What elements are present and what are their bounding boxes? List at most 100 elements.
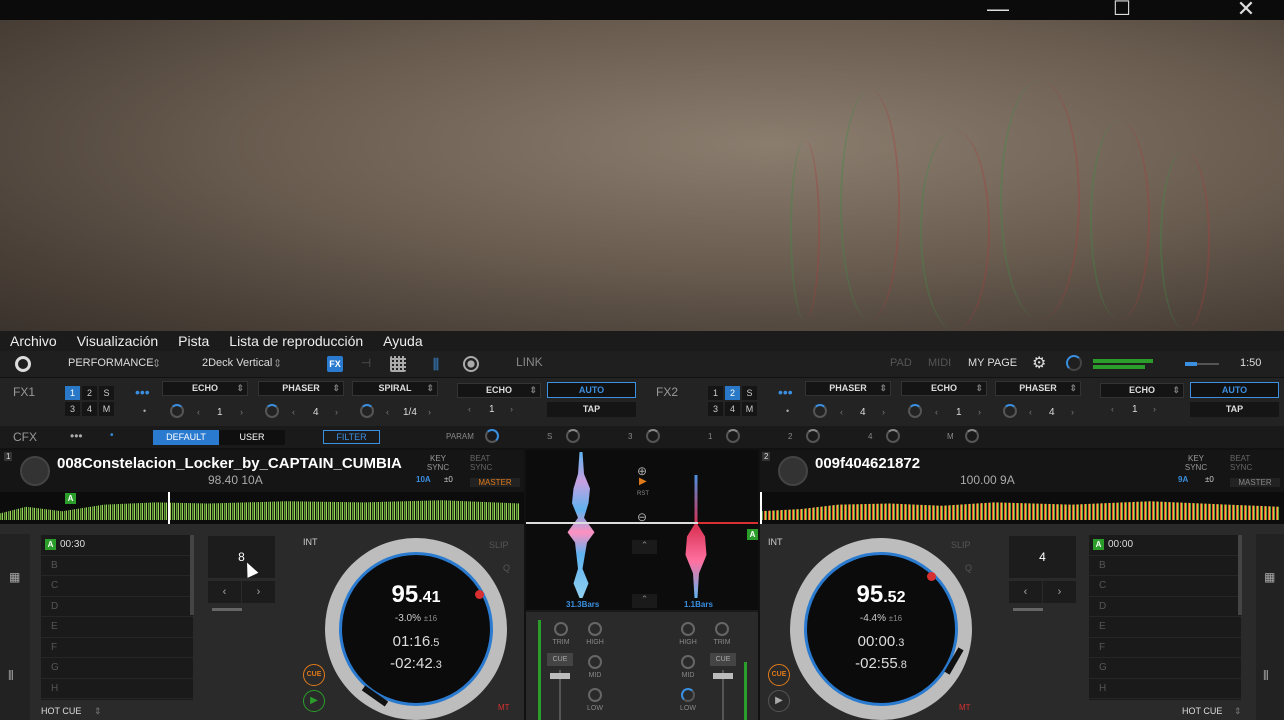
deck1-hotcue-d[interactable]: D — [41, 597, 193, 617]
fx1-assign-2[interactable]: 2 — [82, 386, 97, 400]
deck1-int-label[interactable]: INT — [303, 537, 318, 547]
deck1-master-button[interactable]: MASTER — [470, 478, 520, 487]
fx1-slot3-next[interactable]: › — [428, 407, 431, 417]
fx2-beat-prev[interactable]: ‹ — [1111, 404, 1114, 414]
fx1-beat-prev[interactable]: ‹ — [468, 404, 471, 414]
deck2-jog-wheel[interactable]: 95.52 -4.4% ±16 00:00.3 -02:55.8 — [790, 538, 972, 720]
fx2-tap-button[interactable]: TAP — [1190, 402, 1279, 417]
fx2-slot1-next[interactable]: › — [882, 407, 885, 417]
deck2-beatsync-label[interactable]: BEAT SYNC — [1230, 454, 1260, 472]
deck2-loop-double[interactable]: › — [1043, 581, 1076, 603]
deck2-grid-view-icon[interactable]: ▦ — [1264, 570, 1275, 584]
deck1-hotcue-h[interactable]: H — [41, 679, 193, 699]
deck2-trim-knob[interactable] — [715, 622, 729, 636]
fx2-slot2-next[interactable]: › — [978, 407, 981, 417]
fx1-slot1-next[interactable]: › — [240, 407, 243, 417]
menu-lista-reproduccion[interactable]: Lista de reproducción — [219, 331, 373, 351]
layout-select[interactable]: 2Deck Vertical — [202, 357, 272, 369]
deck2-cue-headphone-button[interactable]: CUE — [710, 653, 736, 666]
mode-select[interactable]: PERFORMANCE — [68, 357, 154, 369]
grid-icon[interactable] — [390, 356, 406, 372]
fx1-slot1-select[interactable]: ECHO — [162, 381, 248, 396]
deck1-hotcue-f[interactable]: F — [41, 638, 193, 658]
cfx-filter-button[interactable]: FILTER — [323, 430, 380, 444]
deck2-play-icon[interactable]: ▶ — [768, 690, 790, 712]
deck1-cue-button[interactable]: CUE — [303, 664, 325, 686]
cfx-knob-4[interactable] — [886, 429, 900, 443]
deck2-q-label[interactable]: Q — [965, 563, 972, 573]
fx1-slot1-knob[interactable] — [170, 404, 184, 418]
deck1-hotcue-label[interactable]: HOT CUE — [41, 706, 81, 716]
deck2-hotcue-d[interactable]: D — [1089, 597, 1241, 617]
fx2-assign-m[interactable]: M — [742, 402, 757, 416]
deck2-hotcue-c[interactable]: C — [1089, 576, 1241, 597]
fx2-more-icon[interactable]: ••• — [778, 384, 793, 400]
deck1-cue-headphone-button[interactable]: CUE — [547, 653, 573, 666]
deck2-hotcue-e[interactable]: E — [1089, 617, 1241, 638]
fx2-slot3-next[interactable]: › — [1071, 407, 1074, 417]
scroll-up-icon-2[interactable]: ⌃ — [632, 594, 657, 608]
fx2-slot3-knob[interactable] — [1003, 404, 1017, 418]
deck2-channel-fader[interactable] — [713, 673, 733, 679]
minimize-button[interactable]: — — [978, 0, 1018, 20]
deck1-hotcue-c[interactable]: C — [41, 576, 193, 597]
fx1-slot2-prev[interactable]: ‹ — [292, 407, 295, 417]
fx2-slot2-select[interactable]: ECHO — [901, 381, 987, 396]
vertical-waveforms[interactable]: 31.3Bars 1.1Bars ⊕ ▶ RST ⊖ ⌃ ⌃ A — [526, 450, 758, 610]
fx2-slot1-knob[interactable] — [813, 404, 827, 418]
deck1-mid-knob[interactable] — [588, 655, 602, 669]
deck1-hotcue-scrollbar[interactable] — [190, 535, 194, 615]
midi-label[interactable]: MIDI — [928, 357, 951, 369]
fx1-slot2-next[interactable]: › — [335, 407, 338, 417]
deck2-bars-icon[interactable]: ⦀ — [1263, 668, 1269, 684]
fx1-assign-m[interactable]: M — [99, 402, 114, 416]
fx2-beat-select[interactable]: ECHO — [1100, 383, 1184, 398]
fx1-assign-4[interactable]: 4 — [82, 402, 97, 416]
deck2-key-adj[interactable]: ±0 — [1205, 475, 1214, 484]
deck2-cue-button[interactable]: CUE — [768, 664, 790, 686]
cfx-knob-m[interactable] — [965, 429, 979, 443]
deck1-loop-double[interactable]: › — [242, 581, 275, 603]
fx1-beat-select[interactable]: ECHO — [457, 383, 541, 398]
fx1-tap-button[interactable]: TAP — [547, 402, 636, 417]
logo-icon[interactable] — [15, 356, 31, 372]
fx1-beat-next[interactable]: › — [510, 404, 513, 414]
cfx-knob-2[interactable] — [806, 429, 820, 443]
fx2-beat-next[interactable]: › — [1153, 404, 1156, 414]
fx1-slot3-select[interactable]: SPIRAL — [352, 381, 438, 396]
zoom-out-icon[interactable]: ⊖ — [637, 510, 647, 524]
settings-gear-icon[interactable]: ⚙ — [1032, 353, 1046, 373]
deck1-keysync-label[interactable]: KEY SYNC — [420, 454, 456, 472]
scroll-up-icon[interactable]: ⌃ — [632, 540, 657, 554]
deck1-grid-view-icon[interactable]: ▦ — [9, 570, 20, 584]
deck2-hotcue-h[interactable]: H — [1089, 679, 1241, 699]
deck2-int-label[interactable]: INT — [768, 537, 783, 547]
link-button[interactable]: LINK — [516, 355, 543, 369]
fx2-slot2-knob[interactable] — [908, 404, 922, 418]
fx1-auto-button[interactable]: AUTO — [547, 382, 636, 398]
cfx-knob-3[interactable] — [646, 429, 660, 443]
deck2-waveform[interactable] — [760, 492, 1284, 524]
deck1-hotcue-a[interactable]: A 00:30 — [41, 535, 193, 556]
close-button[interactable]: ✕ — [1226, 0, 1266, 20]
cfx-more-icon[interactable]: ••• — [70, 429, 83, 443]
fx1-slot2-select[interactable]: PHASER — [258, 381, 344, 396]
deck1-hotcue-g[interactable]: G — [41, 658, 193, 679]
fx2-slot3-prev[interactable]: ‹ — [1029, 407, 1032, 417]
deck1-beatsync-label[interactable]: BEAT SYNC — [470, 454, 500, 472]
menu-ayuda[interactable]: Ayuda — [373, 331, 432, 351]
deck1-hotcue-e[interactable]: E — [41, 617, 193, 638]
cfx-param-knob[interactable] — [485, 429, 499, 443]
deck2-slip-label[interactable]: SLIP — [951, 540, 971, 550]
fx1-more-icon[interactable]: ••• — [135, 384, 150, 400]
cfx-user-button[interactable]: USER — [219, 430, 285, 445]
deck1-low-knob[interactable] — [588, 688, 602, 702]
master-volume-knob[interactable] — [1066, 355, 1082, 371]
deck2-hotcue-label[interactable]: HOT CUE — [1182, 706, 1222, 716]
mixer-icon[interactable]: ⫼ — [425, 356, 447, 372]
mypage-button[interactable]: MY PAGE — [968, 357, 1017, 369]
deck2-low-knob[interactable] — [681, 688, 695, 702]
fx1-assign-s[interactable]: S — [99, 386, 114, 400]
fx2-assign-4[interactable]: 4 — [725, 402, 740, 416]
deck1-high-knob[interactable] — [588, 622, 602, 636]
